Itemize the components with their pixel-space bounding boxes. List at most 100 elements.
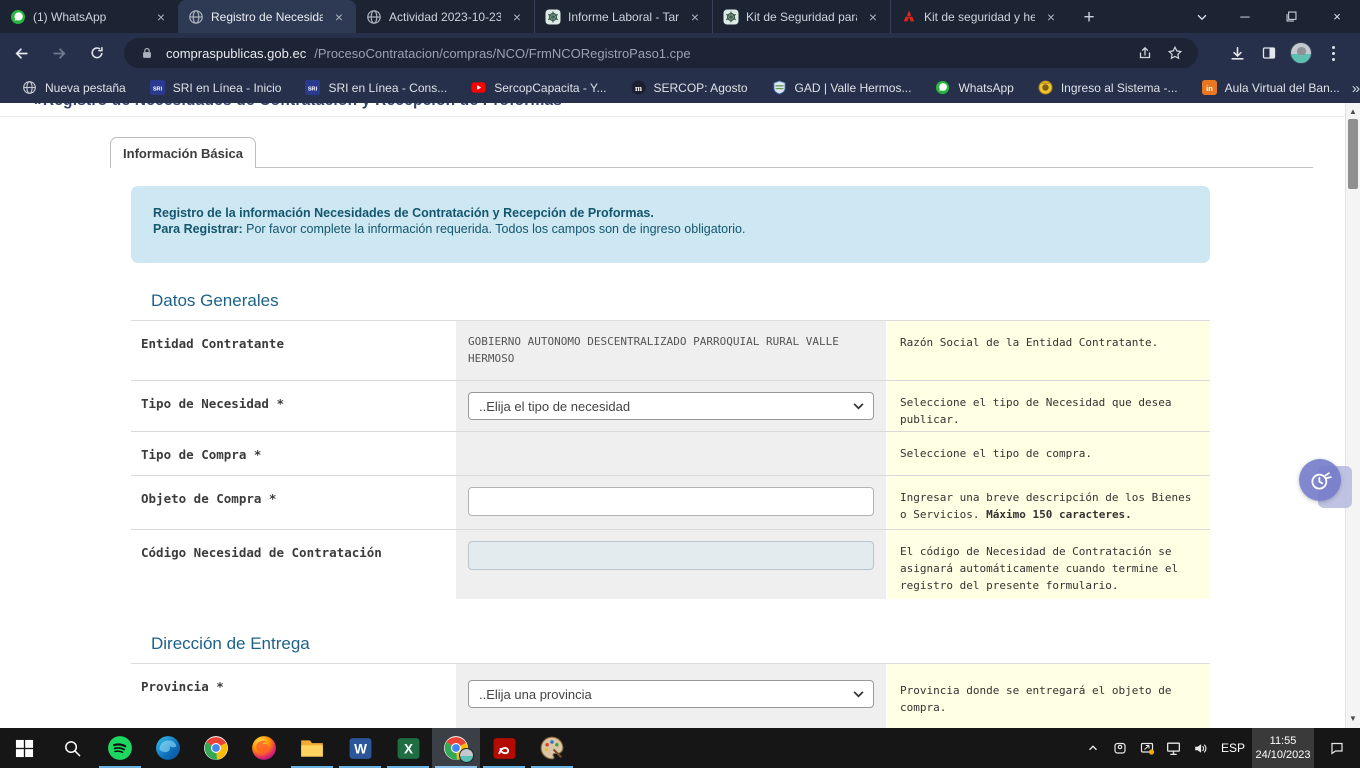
bookmarks-overflow-icon[interactable]: » [1352, 80, 1360, 97]
bookmark-gad-valle-hermoso[interactable]: GAD | Valle Hermos... [760, 75, 924, 101]
taskbar-firefox[interactable] [240, 728, 288, 768]
scroll-up-icon[interactable]: ▲ [1346, 107, 1360, 116]
language-indicator[interactable]: ESP [1214, 741, 1252, 755]
tab-informacion-basica[interactable]: Información Básica [110, 137, 256, 168]
tab-kit-seguridad-1[interactable]: Kit de Seguridad para × [712, 0, 890, 33]
browser-toolbar: compraspublicas.gob.ec/ProcesoContrataci… [0, 33, 1360, 73]
bookmark-ingreso-sistema[interactable]: Ingreso al Sistema -... [1026, 75, 1190, 101]
ecuador-crest-icon [1038, 80, 1054, 96]
bookmark-sri-inicio[interactable]: SRI SRI en Línea - Inicio [138, 75, 294, 101]
bookmark-sercopcapacita[interactable]: SercopCapacita - Y... [459, 75, 618, 101]
profile-avatar[interactable] [1286, 38, 1316, 68]
taskbar-spotify[interactable] [96, 728, 144, 768]
tab-whatsapp[interactable]: (1) WhatsApp × [0, 0, 178, 33]
profile-avatar [459, 748, 474, 763]
tray-volume-icon[interactable] [1187, 728, 1214, 768]
bookmark-nueva-pestana[interactable]: Nueva pestaña [10, 75, 138, 101]
reload-button[interactable] [80, 36, 114, 70]
page-scrollbar[interactable]: ▲ ▼ [1345, 103, 1360, 728]
objeto-compra-input[interactable] [468, 487, 874, 516]
share-icon[interactable] [1134, 42, 1156, 64]
svg-text:SRI: SRI [153, 86, 163, 92]
tab-underline [110, 167, 1313, 168]
back-button[interactable] [4, 36, 38, 70]
tab-close-icon[interactable]: × [686, 8, 704, 26]
tipo-necesidad-select[interactable]: ..Elija el tipo de necesidad [468, 392, 874, 420]
url-path: /ProcesoContratacion/compras/NCO/FrmNCOR… [314, 46, 1126, 61]
bookmark-star-icon[interactable] [1164, 42, 1186, 64]
tab-informe-laboral[interactable]: Informe Laboral - Tar × [534, 0, 712, 33]
svg-text:X: X [403, 741, 412, 756]
sri-icon: SRI [305, 80, 321, 96]
window-minimize-button[interactable]: ─ [1222, 0, 1268, 33]
notice-line2: Para Registrar: Por favor complete la in… [153, 221, 1210, 237]
tab-search-chevron-icon[interactable] [1182, 0, 1222, 33]
search-icon [63, 739, 82, 758]
taskbar-chrome-active[interactable] [432, 728, 480, 768]
tab-close-icon[interactable]: × [1042, 8, 1060, 26]
browser-menu-icon[interactable] [1318, 38, 1348, 68]
tab-registro-necesidades[interactable]: Registro de Necesida × [178, 0, 356, 33]
section-title-direccion-entrega: Dirección de Entrega [151, 634, 310, 654]
side-panel-icon[interactable] [1254, 38, 1284, 68]
clock-icon [1307, 467, 1334, 494]
taskbar-word[interactable]: W [336, 728, 384, 768]
edge-icon [155, 735, 181, 761]
chrome-icon [203, 735, 229, 761]
help-entidad-contratante: Razón Social de la Entidad Contratante. [886, 321, 1210, 380]
youtube-icon [471, 80, 487, 96]
provincia-select[interactable]: ..Elija una provincia [468, 680, 874, 708]
taskbar-excel[interactable]: X [384, 728, 432, 768]
scroll-down-icon[interactable]: ▼ [1346, 714, 1360, 723]
tray-hidden-icons-chevron[interactable] [1079, 728, 1106, 768]
lock-icon[interactable] [136, 42, 158, 64]
taskbar-clock[interactable]: 11:55 24/10/2023 [1252, 728, 1314, 768]
tab-close-icon[interactable]: × [152, 8, 170, 26]
tray-meet-icon[interactable] [1106, 728, 1133, 768]
taskbar-file-explorer[interactable] [288, 728, 336, 768]
windows-logo-icon [15, 739, 34, 758]
chatgpt-icon [723, 9, 739, 25]
globe-icon [188, 9, 204, 25]
search-button[interactable] [48, 728, 96, 768]
tab-close-icon[interactable]: × [864, 8, 882, 26]
taskbar-chrome[interactable] [192, 728, 240, 768]
address-bar[interactable]: compraspublicas.gob.ec/ProcesoContrataci… [124, 38, 1198, 68]
form-row-tipo-necesidad: Tipo de Necesidad * ..Elija el tipo de n… [131, 381, 1210, 432]
tray-cast-update-icon[interactable] [1133, 728, 1160, 768]
bookmarks-bar: Nueva pestaña SRI SRI en Línea - Inicio … [0, 73, 1360, 103]
chevron-down-icon [853, 691, 864, 698]
section-title-datos-generales: Datos Generales [151, 291, 279, 311]
start-button[interactable] [0, 728, 48, 768]
svg-text:in: in [1206, 84, 1213, 93]
tab-close-icon[interactable]: × [508, 8, 526, 26]
tray-network-icon[interactable] [1160, 728, 1187, 768]
bookmark-sercop-agosto[interactable]: m SERCOP: Agosto [619, 75, 760, 101]
taskbar-edge[interactable] [144, 728, 192, 768]
window-restore-button[interactable] [1268, 0, 1314, 33]
excel-icon: X [396, 736, 421, 761]
spotify-icon [107, 735, 133, 761]
help-tipo-compra: Seleccione el tipo de compra. [886, 432, 1210, 475]
taskbar-paint[interactable] [528, 728, 576, 768]
action-center-icon[interactable] [1314, 728, 1360, 768]
window-close-button[interactable]: × [1314, 0, 1360, 33]
bookmark-aula-virtual[interactable]: in Aula Virtual del Ban... [1190, 75, 1352, 101]
browser-tab-strip: (1) WhatsApp × Registro de Necesida × Ac… [0, 0, 1360, 33]
codigo-necesidad-input-disabled [468, 541, 874, 570]
svg-text:m: m [634, 83, 641, 93]
acrobat-icon [492, 736, 517, 761]
tab-kit-seguridad-2[interactable]: Kit de seguridad y he × [890, 0, 1068, 33]
tab-actividad[interactable]: Actividad 2023-10-23 × [356, 0, 534, 33]
tab-close-icon[interactable]: × [330, 8, 348, 26]
download-icon[interactable] [1222, 38, 1252, 68]
timer-widget-button[interactable] [1299, 459, 1341, 501]
scrollbar-thumb[interactable] [1348, 119, 1358, 189]
chevron-down-icon [853, 403, 864, 410]
bookmark-sri-consultas[interactable]: SRI SRI en Línea - Cons... [293, 75, 459, 101]
new-tab-button[interactable]: + [1074, 3, 1104, 33]
bookmark-whatsapp[interactable]: WhatsApp [923, 75, 1025, 101]
form-row-tipo-compra: Tipo de Compra * Seleccione el tipo de c… [131, 432, 1210, 476]
forward-button[interactable] [42, 36, 76, 70]
taskbar-acrobat[interactable] [480, 728, 528, 768]
